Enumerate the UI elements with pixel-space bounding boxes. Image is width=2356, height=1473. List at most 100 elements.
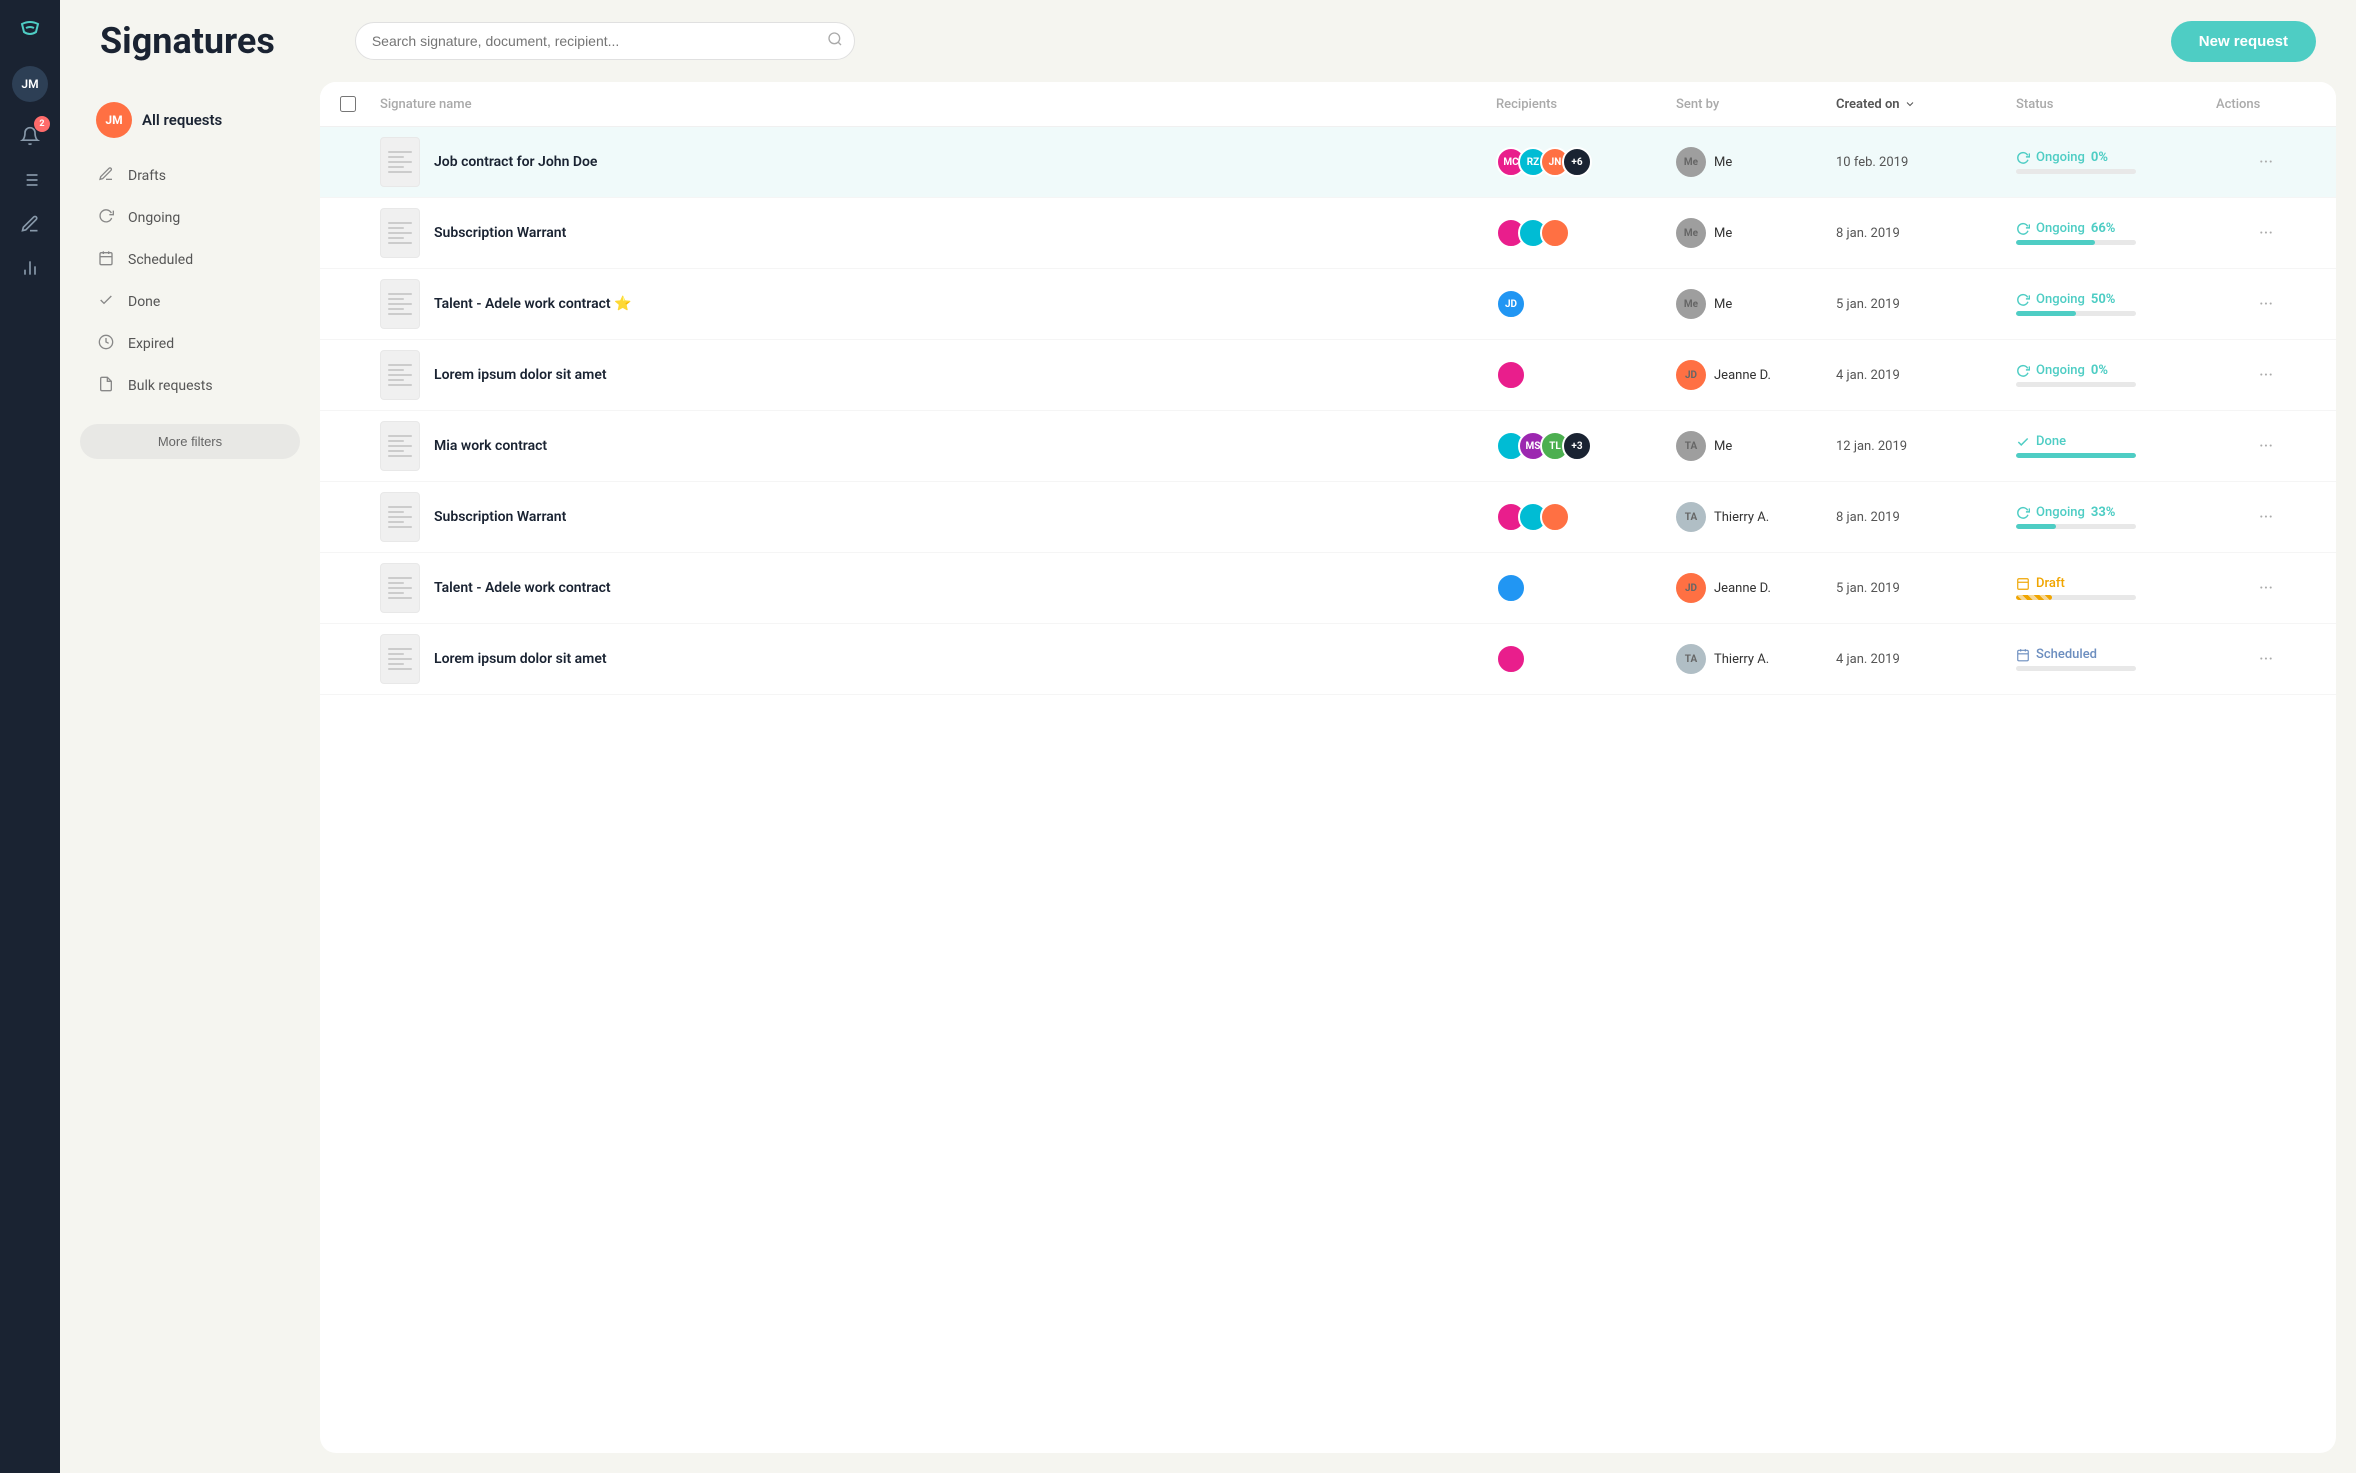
list-icon[interactable] — [12, 162, 48, 198]
search-icon[interactable] — [827, 31, 843, 51]
sidebar-item-done[interactable]: Done — [80, 282, 300, 322]
recipients-cell — [1496, 502, 1676, 532]
search-bar — [355, 22, 855, 60]
row-actions-button[interactable]: ··· — [2251, 148, 2281, 177]
recipients-cell: MSTL+3 — [1496, 431, 1676, 461]
recipients-cell: JD — [1496, 289, 1676, 319]
user-nav-avatar: JM — [96, 102, 132, 138]
content-area: JM All requests Drafts Ongoing — [60, 82, 2356, 1473]
recipients-cell: MCRZJN+6 — [1496, 147, 1676, 177]
row-actions-button[interactable]: ··· — [2251, 503, 2281, 532]
doc-thumbnail — [380, 350, 420, 400]
status-label: Done — [2016, 434, 2216, 449]
col-recipients: Recipients — [1496, 96, 1676, 112]
status-label: Scheduled — [2016, 647, 2216, 662]
doc-cell: Subscription Warrant — [380, 492, 1496, 542]
col-sent-by: Sent by — [1676, 96, 1836, 112]
status-cell: Done — [2016, 434, 2216, 458]
row-actions-button[interactable]: ··· — [2251, 574, 2281, 603]
row-actions-button[interactable]: ··· — [2251, 219, 2281, 248]
sent-by-cell: TA Thierry A. — [1676, 644, 1836, 674]
sidebar-item-drafts[interactable]: Drafts — [80, 156, 300, 196]
sent-by-cell: Me Me — [1676, 147, 1836, 177]
status-label: Draft — [2016, 576, 2216, 591]
done-label: Done — [128, 294, 160, 310]
date-cell: 12 jan. 2019 — [1836, 439, 2016, 454]
table-body: Job contract for John Doe MCRZJN+6 Me Me… — [320, 127, 2336, 1453]
signature-icon[interactable] — [12, 206, 48, 242]
table-row[interactable]: Lorem ipsum dolor sit amet JD Jeanne D. … — [320, 340, 2336, 411]
select-all-checkbox[interactable] — [340, 96, 356, 112]
recipients-cell — [1496, 644, 1676, 674]
drafts-icon — [96, 166, 116, 186]
sidebar-item-bulk[interactable]: Bulk requests — [80, 366, 300, 406]
sent-by-cell: TA Thierry A. — [1676, 502, 1836, 532]
table-row[interactable]: Mia work contract MSTL+3 TA Me 12 jan. 2… — [320, 411, 2336, 482]
row-actions-button[interactable]: ··· — [2251, 645, 2281, 674]
scheduled-label: Scheduled — [128, 252, 193, 268]
doc-thumbnail — [380, 208, 420, 258]
sent-by-cell: Me Me — [1676, 218, 1836, 248]
icon-sidebar: JM 2 — [0, 0, 60, 1473]
notifications-icon[interactable]: 2 — [12, 118, 48, 154]
new-request-button[interactable]: New request — [2171, 21, 2316, 62]
date-cell: 10 feb. 2019 — [1836, 155, 2016, 170]
table-row[interactable]: Subscription Warrant TA Thierry A. 8 jan… — [320, 482, 2336, 553]
date-cell: 8 jan. 2019 — [1836, 510, 2016, 525]
doc-cell: Talent - Adele work contract ⭐ — [380, 279, 1496, 329]
more-filters-button[interactable]: More filters — [80, 424, 300, 459]
doc-cell: Talent - Adele work contract — [380, 563, 1496, 613]
table-row[interactable]: Talent - Adele work contract ⭐ JD Me Me … — [320, 269, 2336, 340]
sent-by-cell: TA Me — [1676, 431, 1836, 461]
status-label: Ongoing 66% — [2016, 221, 2216, 236]
doc-name: Mia work contract — [434, 438, 547, 454]
date-cell: 8 jan. 2019 — [1836, 226, 2016, 241]
row-actions-button[interactable]: ··· — [2251, 361, 2281, 390]
sidebar-item-expired[interactable]: Expired — [80, 324, 300, 364]
actions-cell: ··· — [2216, 645, 2316, 674]
table-row[interactable]: Job contract for John Doe MCRZJN+6 Me Me… — [320, 127, 2336, 198]
top-header: Signatures New request — [60, 0, 2356, 82]
doc-thumbnail — [380, 492, 420, 542]
doc-name: Job contract for John Doe — [434, 154, 597, 170]
sidebar-item-scheduled[interactable]: Scheduled — [80, 240, 300, 280]
table-row[interactable]: Subscription Warrant Me Me 8 jan. 2019 O… — [320, 198, 2336, 269]
search-input[interactable] — [355, 22, 855, 60]
col-checkbox — [340, 96, 380, 112]
status-label: Ongoing 50% — [2016, 292, 2216, 307]
doc-name: Subscription Warrant — [434, 225, 566, 241]
table-header: Signature name Recipients Sent by Create… — [320, 82, 2336, 127]
scheduled-icon — [96, 250, 116, 270]
row-actions-button[interactable]: ··· — [2251, 290, 2281, 319]
status-cell: Ongoing 50% — [2016, 292, 2216, 316]
sidebar-item-ongoing[interactable]: Ongoing — [80, 198, 300, 238]
table-row[interactable]: Talent - Adele work contract JD Jeanne D… — [320, 553, 2336, 624]
status-cell: Draft — [2016, 576, 2216, 600]
doc-thumbnail — [380, 421, 420, 471]
actions-cell: ··· — [2216, 503, 2316, 532]
recipients-cell — [1496, 218, 1676, 248]
done-icon — [96, 292, 116, 312]
sent-by-cell: JD Jeanne D. — [1676, 360, 1836, 390]
drafts-label: Drafts — [128, 168, 166, 184]
doc-name: Subscription Warrant — [434, 509, 566, 525]
sent-by-cell: Me Me — [1676, 289, 1836, 319]
bulk-icon — [96, 376, 116, 396]
brand-logo — [12, 12, 48, 48]
doc-thumbnail — [380, 634, 420, 684]
doc-thumbnail — [380, 279, 420, 329]
doc-name: Talent - Adele work contract — [434, 580, 611, 596]
table-row[interactable]: Lorem ipsum dolor sit amet TA Thierry A.… — [320, 624, 2336, 695]
row-actions-button[interactable]: ··· — [2251, 432, 2281, 461]
chart-icon[interactable] — [12, 250, 48, 286]
user-avatar-icon[interactable]: JM — [12, 66, 48, 102]
nav-all-requests[interactable]: JM All requests — [80, 92, 300, 148]
doc-name: Talent - Adele work contract ⭐ — [434, 296, 632, 312]
actions-cell: ··· — [2216, 432, 2316, 461]
col-status: Status — [2016, 96, 2216, 112]
left-nav: JM All requests Drafts Ongoing — [80, 82, 300, 1453]
status-cell: Ongoing 0% — [2016, 150, 2216, 174]
col-created-on[interactable]: Created on — [1836, 96, 2016, 112]
actions-cell: ··· — [2216, 148, 2316, 177]
all-requests-label: All requests — [142, 111, 222, 129]
